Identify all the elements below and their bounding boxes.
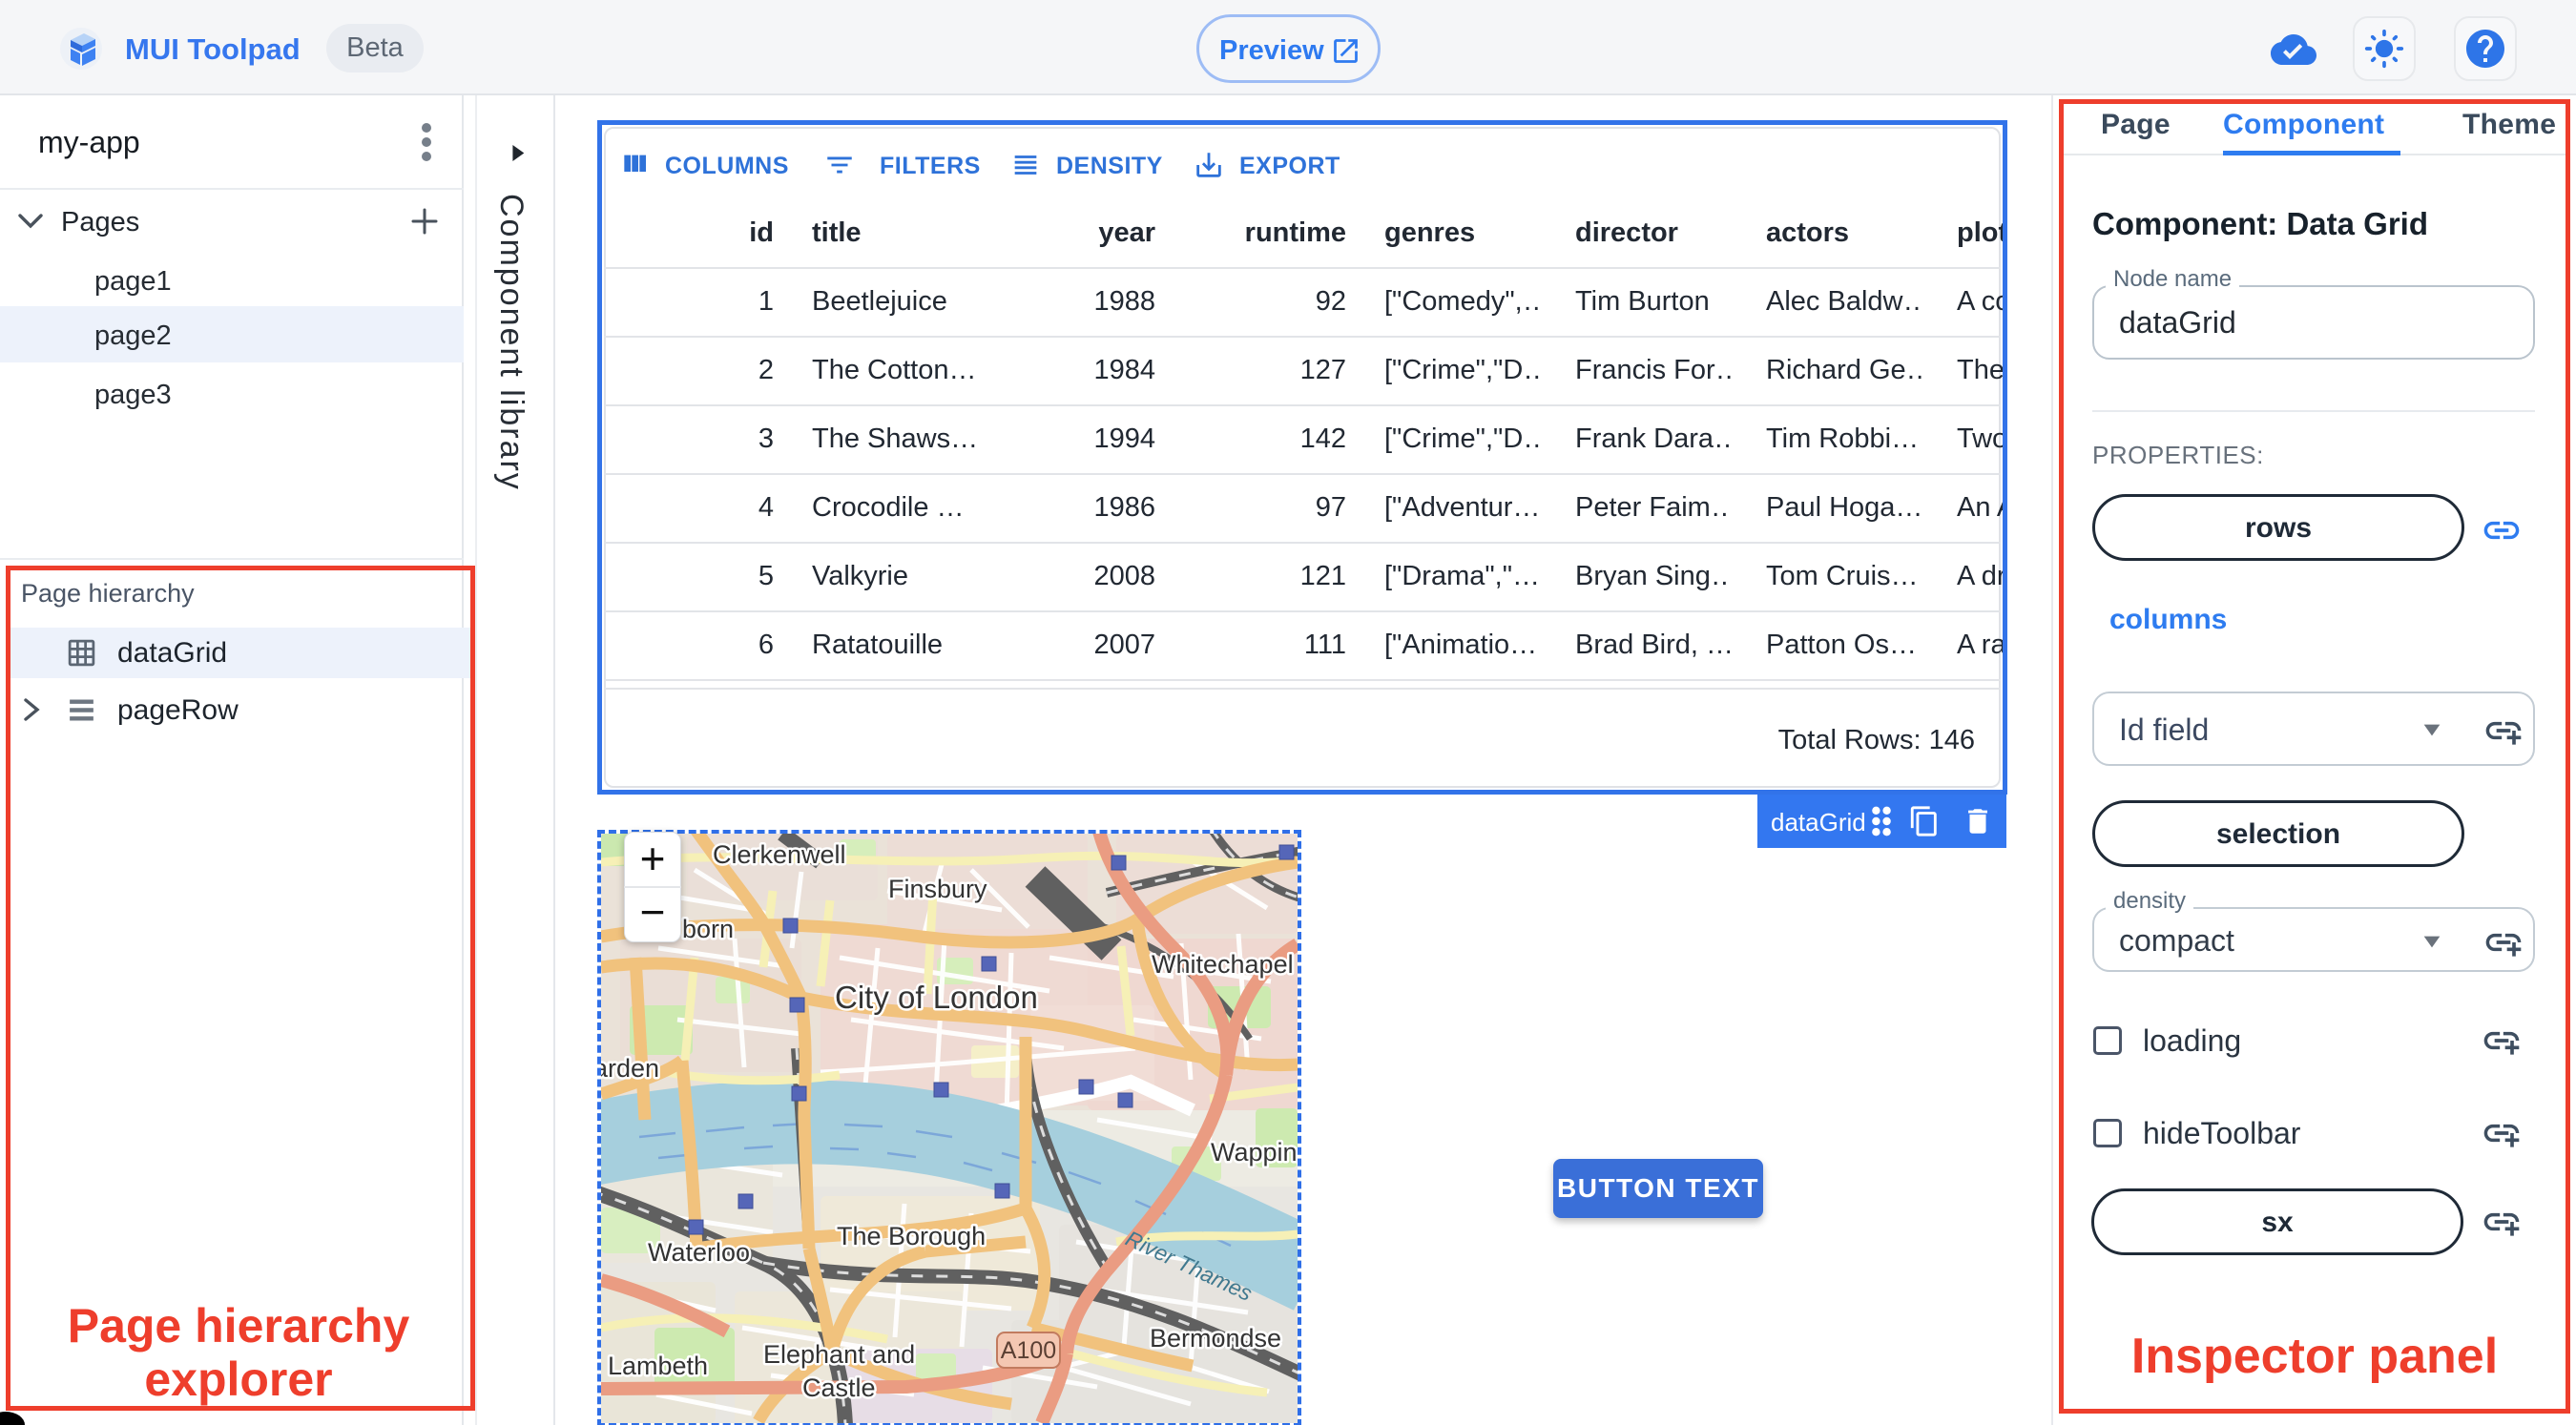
svg-text:Waterloo: Waterloo: [648, 1238, 750, 1267]
svg-text:Lambeth: Lambeth: [608, 1352, 708, 1380]
svg-text:Bermondse: Bermondse: [1150, 1324, 1281, 1353]
svg-text:arden: arden: [601, 1054, 659, 1083]
svg-text:born: born: [682, 915, 734, 943]
svg-text:Elephant and: Elephant and: [763, 1340, 915, 1369]
svg-text:Wapping: Wapping: [1211, 1138, 1298, 1167]
svg-text:The Borough: The Borough: [837, 1222, 986, 1250]
svg-text:Clerkenwell: Clerkenwell: [713, 840, 846, 869]
svg-text:A100: A100: [1001, 1337, 1056, 1364]
svg-text:Finsbury: Finsbury: [888, 875, 987, 903]
svg-text:Castle: Castle: [802, 1373, 876, 1402]
svg-text:City of London: City of London: [835, 980, 1038, 1015]
svg-text:Whitechapel: Whitechapel: [1152, 950, 1294, 979]
